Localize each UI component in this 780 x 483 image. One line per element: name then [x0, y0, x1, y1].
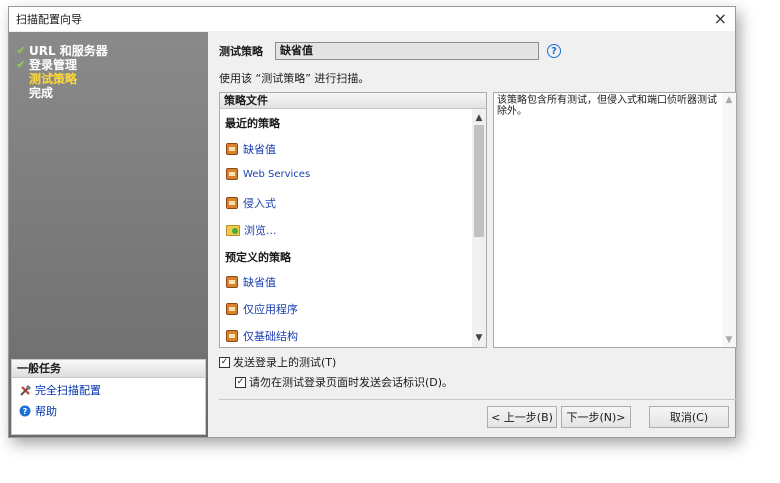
- help-icon[interactable]: ?: [547, 44, 561, 58]
- scroll-down-icon[interactable]: ▼: [472, 331, 486, 345]
- help-icon: ?: [18, 404, 32, 418]
- step-label: 登录管理: [29, 58, 78, 72]
- check-icon: ✔: [16, 44, 26, 57]
- recent-policies-label: 最近的策略: [225, 117, 280, 130]
- wizard-sidebar: ✔ URL 和服务器 ✔ 登录管理 测试策略 完成 一般任务 完全扫描配置 ? …: [9, 32, 208, 437]
- policy-item-application-only[interactable]: 仅应用程序: [226, 301, 298, 317]
- send-login-tests-option[interactable]: ✓ 发送登录上的测试(T): [219, 354, 336, 370]
- policy-item-infrastructure-only[interactable]: 仅基础结构: [226, 328, 298, 344]
- step-finish[interactable]: 完成: [13, 86, 108, 100]
- checkbox-label: 发送登录上的测试(T): [233, 356, 337, 369]
- svg-text:?: ?: [23, 407, 28, 416]
- policy-description-text: 该策略包含所有测试，但侵入式和端口侦听器测试除外。: [497, 95, 717, 117]
- cancel-button[interactable]: 取消(C): [649, 406, 729, 428]
- description-scrollbar[interactable]: ▲ ▼: [722, 93, 736, 347]
- full-scan-config-link[interactable]: 完全扫描配置: [12, 381, 205, 399]
- policy-description-box: 该策略包含所有测试，但侵入式和端口侦听器测试除外。 ▲ ▼: [493, 92, 737, 348]
- policy-item-web-services[interactable]: Web Services: [226, 168, 310, 180]
- help-link[interactable]: ? 帮助: [12, 402, 205, 420]
- step-label: URL 和服务器: [29, 44, 108, 58]
- task-label: 帮助: [35, 405, 57, 418]
- scroll-up-icon[interactable]: ▲: [472, 111, 486, 125]
- task-label: 完全扫描配置: [35, 384, 101, 397]
- step-label: 完成: [29, 86, 54, 100]
- policy-files-list: 策略文件 最近的策略 缺省值 Web Services 侵入式 浏览... 预定…: [219, 92, 487, 348]
- general-tasks-panel: 一般任务 完全扫描配置 ? 帮助: [11, 359, 206, 435]
- policy-file-icon: [226, 303, 238, 315]
- general-tasks-header: 一般任务: [12, 360, 205, 378]
- policy-file-icon: [226, 330, 238, 342]
- next-button[interactable]: 下一步(N)>: [561, 406, 631, 428]
- scroll-up-icon[interactable]: ▲: [722, 95, 736, 105]
- scroll-down-icon[interactable]: ▼: [722, 335, 736, 345]
- open-folder-icon: [226, 224, 240, 236]
- policy-label: 测试策略: [219, 45, 263, 58]
- title-bar: 扫描配置向导 ×: [9, 7, 735, 31]
- policy-item-browse[interactable]: 浏览...: [226, 222, 277, 238]
- policy-file-icon: [226, 197, 238, 209]
- predefined-policies-label: 预定义的策略: [225, 251, 291, 264]
- step-test-policy[interactable]: 测试策略: [13, 72, 108, 86]
- policy-list-scrollbar[interactable]: ▲ ▼: [472, 109, 486, 347]
- close-icon[interactable]: ×: [714, 9, 727, 28]
- divider: [219, 399, 737, 400]
- no-session-ids-option[interactable]: ✓ 请勿在测试登录页面时发送会话标识(D)。: [235, 374, 453, 390]
- policy-file-icon: [226, 276, 238, 288]
- main-content: 测试策略 缺省值 ? 使用该 “测试策略” 进行扫描。 策略文件 最近的策略 缺…: [219, 32, 737, 437]
- no-session-ids-checkbox[interactable]: ✓: [235, 376, 246, 388]
- policy-item-default-predefined[interactable]: 缺省值: [226, 274, 276, 290]
- policy-item-default-recent[interactable]: 缺省值: [226, 141, 276, 157]
- policy-file-icon: [226, 143, 238, 155]
- step-login-management[interactable]: ✔ 登录管理: [13, 58, 108, 72]
- tools-icon: [18, 383, 32, 397]
- scrollbar-thumb[interactable]: [474, 125, 484, 237]
- step-label: 测试策略: [29, 72, 78, 86]
- send-login-tests-checkbox[interactable]: ✓: [219, 356, 230, 368]
- step-url-servers[interactable]: ✔ URL 和服务器: [13, 44, 108, 58]
- policy-files-header: 策略文件: [220, 93, 486, 109]
- policy-files-body: 最近的策略 缺省值 Web Services 侵入式 浏览... 预定义的策略 …: [220, 109, 472, 347]
- check-icon: ✔: [16, 58, 26, 71]
- policy-file-icon: [226, 168, 238, 180]
- scan-config-wizard-dialog: 扫描配置向导 × ✔ URL 和服务器 ✔ 登录管理 测试策略 完成 一般任务: [8, 6, 737, 438]
- policy-item-invasive[interactable]: 侵入式: [226, 195, 276, 211]
- window-title: 扫描配置向导: [16, 13, 82, 26]
- policy-row: 测试策略 缺省值 ?: [219, 42, 561, 60]
- wizard-steps: ✔ URL 和服务器 ✔ 登录管理 测试策略 完成: [13, 44, 108, 100]
- back-button[interactable]: < 上一步(B): [487, 406, 557, 428]
- checkbox-label: 请勿在测试登录页面时发送会话标识(D)。: [249, 376, 454, 389]
- policy-usage-text: 使用该 “测试策略” 进行扫描。: [219, 72, 370, 85]
- policy-value-field: 缺省值: [275, 42, 539, 60]
